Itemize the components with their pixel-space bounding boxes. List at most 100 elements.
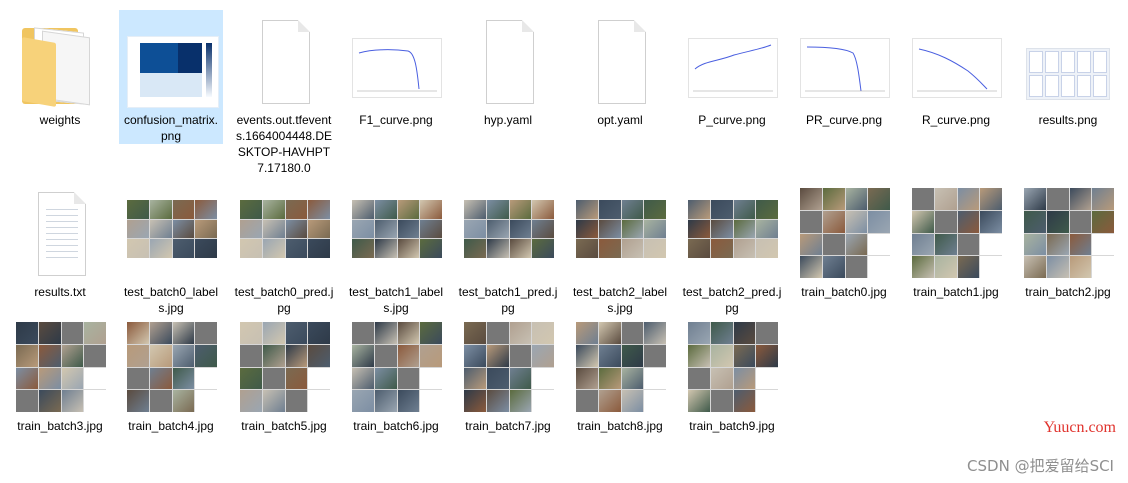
photo-tile: [352, 239, 374, 258]
pr-curve-thumbnail: [796, 14, 892, 110]
photo-tile: [486, 239, 509, 258]
photo-tile: [733, 219, 756, 239]
photo-tile: [1092, 188, 1114, 210]
f1-curve-thumbnail: [348, 14, 444, 110]
file-name: train_batch6.jpg: [353, 419, 439, 433]
file-name: weights: [39, 113, 81, 127]
file-name: hyp.yaml: [483, 113, 533, 127]
file-item-p-curve[interactable]: P_curve.png: [680, 10, 784, 128]
credit-watermark: CSDN @把爱留给SCI: [967, 457, 1114, 475]
file-name: test_batch0_labels.jpg: [123, 285, 219, 315]
file-item-train-batch7[interactable]: train_batch7.jpg: [456, 316, 560, 434]
photo-tile: [285, 322, 308, 344]
photo-tile: [149, 344, 172, 367]
photo-tile: [822, 210, 845, 233]
photo-tile: [845, 256, 868, 278]
photo-tile: [38, 367, 61, 390]
file-item-test-batch1-pred[interactable]: test_batch1_pred.jpg: [456, 182, 560, 316]
photo-tile: [149, 200, 172, 219]
file-item-train-batch2[interactable]: train_batch2.jpg: [1016, 182, 1120, 300]
photo-tile: [868, 256, 890, 278]
photo-tile: [532, 344, 554, 367]
file-name: train_batch4.jpg: [128, 419, 214, 433]
photo-tile: [1046, 210, 1069, 233]
photo-tile: [621, 239, 644, 258]
photo-tile: [576, 219, 598, 239]
photo-tile: [644, 344, 666, 367]
photo-tile: [127, 219, 149, 239]
file-item-results-png[interactable]: results.png: [1016, 10, 1120, 128]
file-item-hyp-yaml[interactable]: hyp.yaml: [456, 10, 560, 128]
photo-tile: [308, 239, 330, 258]
photo-tile: [262, 367, 285, 390]
file-item-events[interactable]: events.out.tfevents.1664004448.DESKTOP-H…: [232, 10, 336, 176]
file-item-train-batch6[interactable]: train_batch6.jpg: [344, 316, 448, 434]
photo-tile: [149, 367, 172, 390]
photo-tile: [644, 239, 666, 258]
file-item-train-batch1[interactable]: train_batch1.jpg: [904, 182, 1008, 300]
photo-tile: [733, 344, 756, 367]
image-thumbnail: [796, 186, 892, 282]
photo-tile: [1092, 210, 1114, 233]
photo-tile: [756, 367, 778, 390]
photo-tile: [240, 200, 262, 219]
file-item-train-batch3[interactable]: train_batch3.jpg: [8, 316, 112, 434]
photo-tile: [127, 390, 149, 412]
photo-tile: [285, 390, 308, 412]
photo-tile: [420, 367, 442, 390]
file-item-results-txt[interactable]: results.txt: [8, 182, 112, 300]
photo-tile: [16, 344, 38, 367]
photo-tile: [172, 344, 195, 367]
photo-tile: [621, 219, 644, 239]
photo-tile: [710, 390, 733, 412]
photo-tile: [262, 219, 285, 239]
image-thumbnail: [348, 186, 444, 282]
photo-tile: [464, 390, 486, 412]
file-item-r-curve[interactable]: R_curve.png: [904, 10, 1008, 128]
photo-tile: [800, 188, 822, 210]
photo-tile: [16, 390, 38, 412]
file-item-opt-yaml[interactable]: opt.yaml: [568, 10, 672, 128]
file-item-train-batch0[interactable]: train_batch0.jpg: [792, 182, 896, 300]
file-name: results.txt: [34, 285, 86, 299]
photo-tile: [1046, 188, 1069, 210]
photo-tile: [420, 219, 442, 239]
file-item-train-batch9[interactable]: train_batch9.jpg: [680, 316, 784, 434]
photo-tile: [61, 390, 84, 412]
file-item-weights[interactable]: weights: [8, 10, 112, 128]
file-item-train-batch5[interactable]: train_batch5.jpg: [232, 316, 336, 434]
photo-tile: [397, 200, 420, 219]
photo-tile: [262, 200, 285, 219]
photo-tile: [532, 239, 554, 258]
file-item-test-batch0-labels[interactable]: test_batch0_labels.jpg: [119, 182, 223, 316]
file-item-f1-curve[interactable]: F1_curve.png: [344, 10, 448, 128]
photo-tile: [352, 219, 374, 239]
photo-tile: [756, 200, 778, 219]
file-item-test-batch1-labels[interactable]: test_batch1_labels.jpg: [344, 182, 448, 316]
file-item-pr-curve[interactable]: PR_curve.png: [792, 10, 896, 128]
photo-tile: [934, 210, 957, 233]
file-item-confusion-matrix[interactable]: confusion_matrix.png: [119, 10, 223, 144]
photo-tile: [195, 390, 217, 412]
photo-tile: [374, 344, 397, 367]
file-item-test-batch2-labels[interactable]: test_batch2_labels.jpg: [568, 182, 672, 316]
file-item-test-batch0-pred[interactable]: test_batch0_pred.jpg: [232, 182, 336, 316]
photo-tile: [240, 219, 262, 239]
photo-tile: [127, 322, 149, 344]
photo-tile: [532, 322, 554, 344]
photo-tile: [195, 219, 217, 239]
photo-tile: [308, 219, 330, 239]
file-name: test_batch0_pred.jpg: [234, 285, 334, 315]
file-item-train-batch8[interactable]: train_batch8.jpg: [568, 316, 672, 434]
file-item-test-batch2-pred[interactable]: test_batch2_pred.jpg: [680, 182, 784, 316]
photo-tile: [509, 219, 532, 239]
photo-tile: [1069, 256, 1092, 278]
photo-tile: [688, 344, 710, 367]
photo-tile: [464, 367, 486, 390]
photo-tile: [127, 200, 149, 219]
photo-tile: [352, 344, 374, 367]
photo-tile: [61, 344, 84, 367]
file-item-train-batch4[interactable]: train_batch4.jpg: [119, 316, 223, 434]
photo-tile: [598, 367, 621, 390]
photo-tile: [308, 200, 330, 219]
